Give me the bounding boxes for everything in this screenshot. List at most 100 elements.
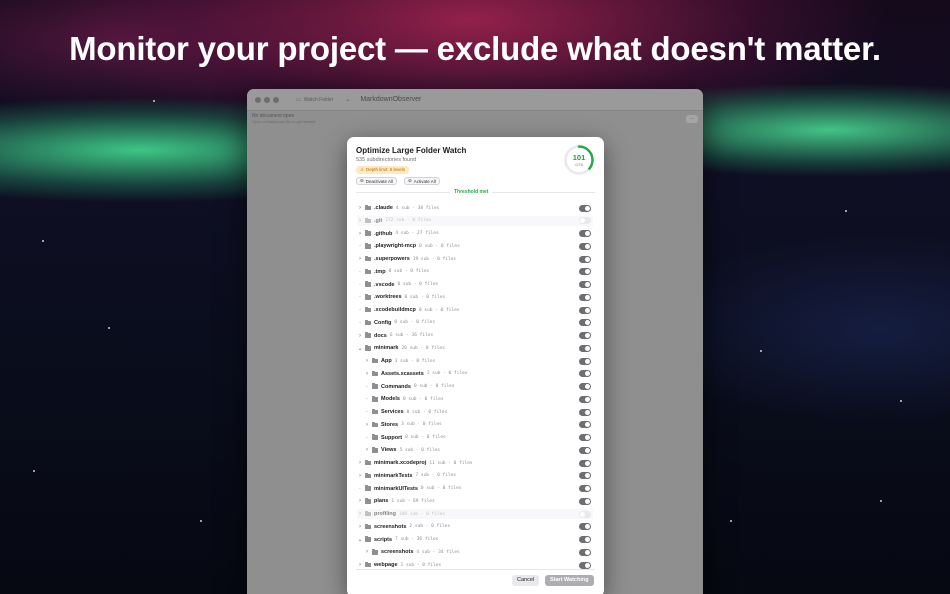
- folder-stats: 19 sub · 0 files: [412, 256, 457, 262]
- chevron-right-icon[interactable]: ›: [364, 447, 370, 453]
- watch-toggle[interactable]: [579, 230, 591, 237]
- watch-toggle[interactable]: [579, 421, 591, 429]
- chevron-right-icon[interactable]: ›: [357, 473, 363, 479]
- chevron-right-icon[interactable]: ›: [357, 524, 363, 530]
- watch-folder-button[interactable]: ▭ Watch Folder: [296, 97, 333, 103]
- folder-row[interactable]: › .github 4 sub · 27 files: [357, 229, 593, 239]
- folder-row[interactable]: ⌄ scripts 7 sub · 36 files: [357, 535, 593, 545]
- folder-name: Services: [381, 409, 404, 415]
- deactivate-all-button[interactable]: ⊖ Deactivate All: [356, 177, 398, 185]
- folder-row[interactable]: › Assets.xcassets 2 sub · 0 files: [357, 369, 593, 379]
- chevron-right-icon[interactable]: ›: [357, 498, 363, 504]
- folder-row[interactable]: · Models 0 sub · 0 files: [357, 394, 593, 404]
- folder-icon: [365, 485, 371, 491]
- watch-toggle[interactable]: [579, 510, 591, 518]
- folder-row[interactable]: · Commands 0 sub · 0 files: [357, 382, 593, 392]
- watch-toggle[interactable]: [579, 204, 591, 212]
- chevron-right-icon[interactable]: ›: [357, 205, 363, 211]
- folder-row[interactable]: › minimarkTests 7 sub · 0 files: [357, 471, 593, 481]
- watch-toggle[interactable]: [579, 383, 591, 390]
- watch-toggle[interactable]: [579, 332, 591, 339]
- folder-name: minimarkTests: [374, 472, 413, 479]
- watch-toggle[interactable]: [579, 255, 591, 263]
- watch-toggle[interactable]: [579, 319, 591, 327]
- folder-row[interactable]: › Views 5 sub · 0 files: [357, 445, 593, 455]
- minimize-window-button[interactable]: [264, 96, 270, 103]
- watch-toggle[interactable]: [579, 485, 591, 492]
- watch-toggle[interactable]: [579, 536, 591, 543]
- watch-toggle[interactable]: [579, 446, 591, 454]
- folder-row[interactable]: › .git 272 sub · 0 files: [357, 215, 593, 226]
- folder-icon: [365, 281, 371, 287]
- chevron-right-icon[interactable]: ›: [357, 460, 363, 466]
- folder-row[interactable]: › minimark.xcodeproj 11 sub · 0 files: [357, 458, 593, 468]
- folder-row[interactable]: › profiling 108 sub · 0 files: [357, 509, 593, 519]
- chevron-down-icon[interactable]: ⌄: [357, 536, 363, 543]
- bullet-icon: ·: [359, 243, 361, 250]
- folder-row[interactable]: › screenshots 2 sub · 0 files: [357, 522, 593, 532]
- folder-row[interactable]: · .worktrees 0 sub · 0 files: [357, 292, 593, 302]
- watch-toggle[interactable]: [579, 434, 591, 441]
- folder-row[interactable]: › Stores 3 sub · 0 files: [357, 420, 593, 430]
- folder-row[interactable]: › App 3 sub · 0 files: [357, 356, 593, 366]
- folder-row[interactable]: · .playwright-mcp 0 sub · 0 files: [357, 241, 593, 251]
- chevron-right-icon[interactable]: ›: [364, 371, 370, 377]
- close-window-button[interactable]: [255, 96, 261, 103]
- chevron-down-icon[interactable]: ⌄: [357, 345, 363, 352]
- watch-toggle[interactable]: [579, 408, 591, 416]
- start-watching-button[interactable]: Start Watching: [545, 575, 594, 586]
- folder-name: .playwright-mcp: [374, 243, 417, 250]
- watch-toggle[interactable]: [579, 497, 591, 505]
- chevron-right-icon[interactable]: ›: [357, 231, 363, 237]
- watch-toggle[interactable]: [579, 459, 591, 467]
- watch-toggle[interactable]: [579, 293, 591, 301]
- watch-toggle[interactable]: [579, 523, 591, 531]
- folder-row[interactable]: › screenshots 4 sub · 34 files: [357, 547, 593, 557]
- watch-toggle[interactable]: [579, 548, 591, 556]
- chevron-right-icon[interactable]: ›: [357, 218, 363, 224]
- bullet-icon: ·: [366, 409, 368, 415]
- watch-toggle[interactable]: [579, 268, 591, 276]
- folder-row[interactable]: › docs 6 sub · 36 files: [357, 331, 593, 341]
- watch-toggle[interactable]: [579, 217, 591, 225]
- watch-toggle[interactable]: [579, 395, 591, 403]
- chevron-down-icon[interactable]: ⌄: [345, 96, 350, 103]
- chevron-right-icon[interactable]: ›: [364, 358, 370, 364]
- depth-warning-text: Depth limit: 6 levels: [366, 167, 406, 172]
- folder-row[interactable]: › plans 1 sub · 69 files: [357, 496, 593, 506]
- watch-toggle[interactable]: [579, 242, 591, 250]
- folder-row[interactable]: · Services 0 sub · 0 files: [357, 407, 593, 417]
- watch-folder-label: Watch Folder: [303, 96, 334, 103]
- watch-toggle[interactable]: [579, 357, 591, 365]
- watch-toggle[interactable]: [579, 370, 591, 378]
- chevron-right-icon[interactable]: ›: [357, 333, 363, 339]
- folder-row[interactable]: · .vscode 0 sub · 0 files: [357, 280, 593, 290]
- watch-toggle[interactable]: [579, 561, 591, 569]
- activate-all-button[interactable]: ⊘ Activate All: [404, 177, 440, 185]
- folder-row[interactable]: › .superpowers 19 sub · 0 files: [357, 254, 593, 264]
- cancel-button[interactable]: Cancel: [512, 575, 540, 586]
- folder-icon: [372, 549, 378, 555]
- warning-icon: ⚠: [360, 167, 365, 172]
- watch-toggle[interactable]: [579, 472, 591, 480]
- folder-row[interactable]: · .tmp 0 sub · 0 files: [357, 267, 593, 277]
- folder-icon: [365, 243, 371, 249]
- chevron-right-icon[interactable]: ›: [357, 511, 363, 517]
- folder-row[interactable]: ⌄ minimark 20 sub · 0 files: [357, 343, 593, 353]
- chevron-right-icon[interactable]: ›: [364, 422, 370, 428]
- folder-row[interactable]: › .claude 4 sub · 38 files: [357, 203, 593, 213]
- folder-name: docs: [374, 332, 387, 339]
- folder-row[interactable]: · minimarkUITests 0 sub · 0 files: [357, 484, 593, 494]
- folder-name: webpage: [374, 562, 398, 568]
- zoom-window-button[interactable]: [273, 96, 279, 103]
- watch-toggle[interactable]: [579, 281, 591, 288]
- folder-row[interactable]: · .xcodebuildmcp 0 sub · 0 files: [357, 305, 593, 315]
- folder-row[interactable]: · Config 0 sub · 0 files: [357, 318, 593, 328]
- chevron-right-icon[interactable]: ›: [364, 549, 370, 555]
- folder-row[interactable]: · Support 0 sub · 0 files: [357, 433, 593, 443]
- watch-toggle[interactable]: [579, 344, 591, 352]
- chevron-right-icon[interactable]: ›: [357, 256, 363, 262]
- chevron-right-icon[interactable]: ›: [357, 562, 363, 568]
- watch-toggle[interactable]: [579, 306, 591, 314]
- more-options-button[interactable]: ···: [686, 115, 698, 123]
